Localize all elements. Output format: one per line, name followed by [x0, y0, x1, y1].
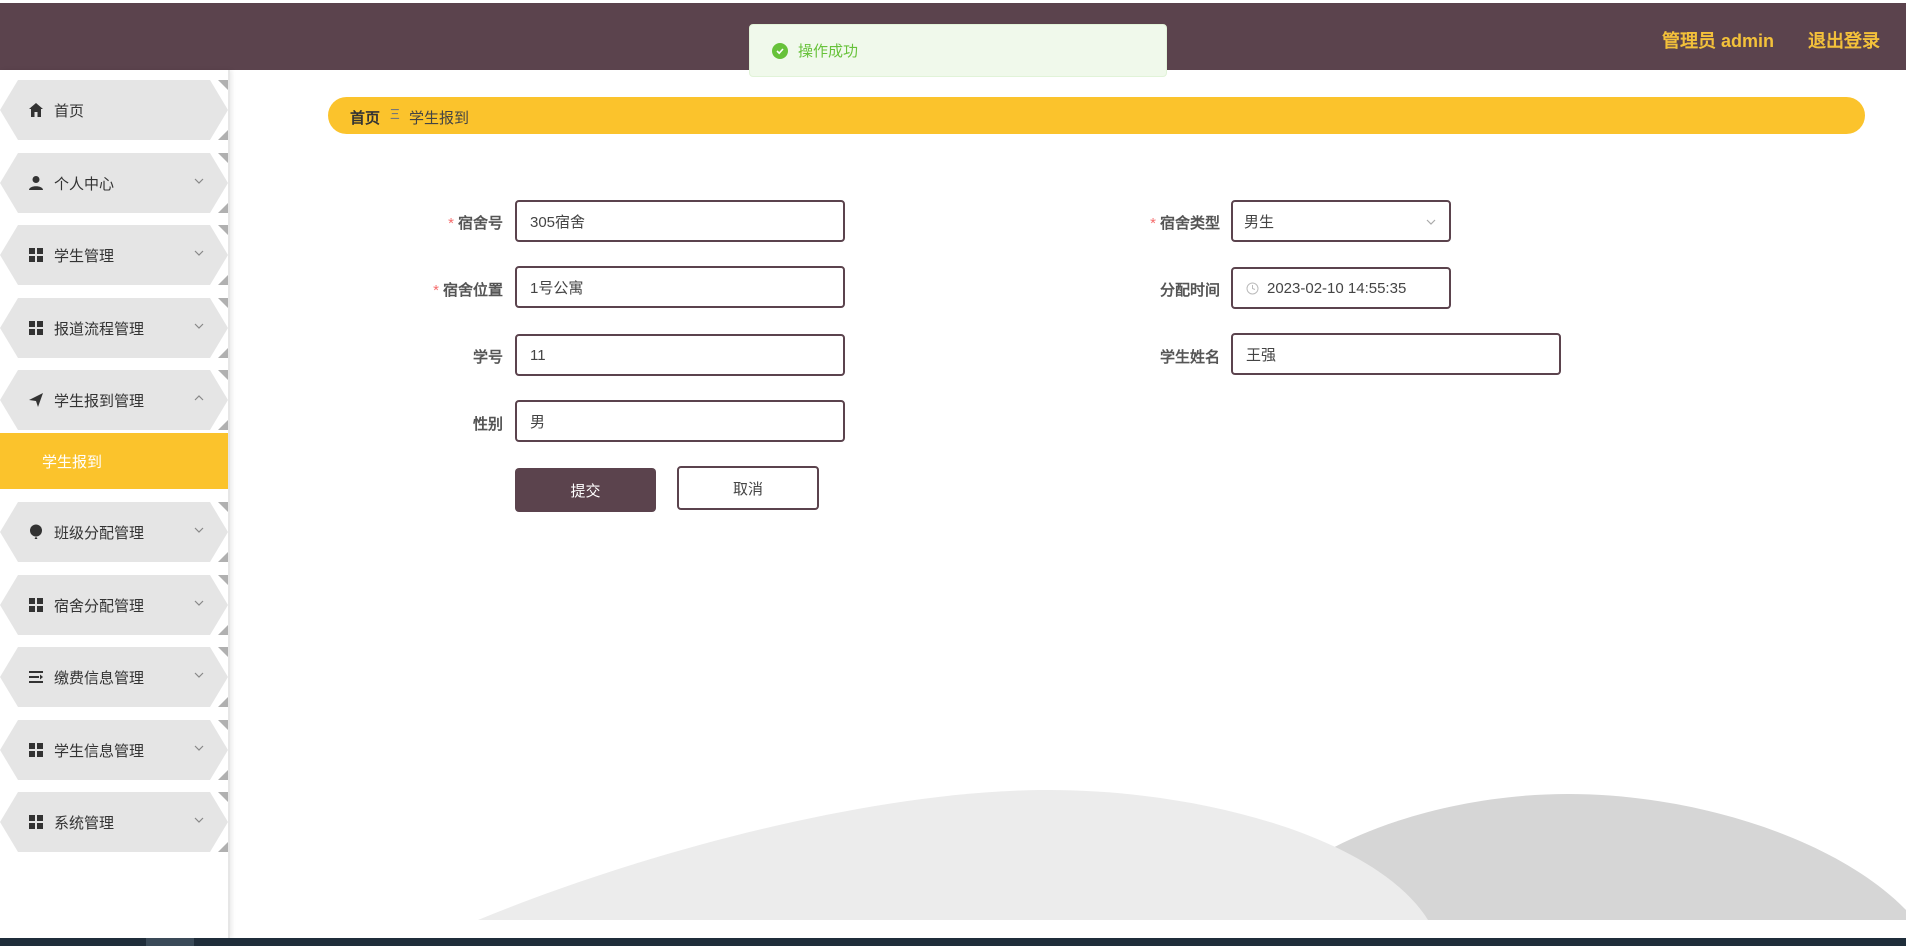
required-mark: *: [1150, 215, 1156, 232]
dorm-location-value: 1号公寓: [530, 279, 584, 297]
dorm-type-value: 男生: [1244, 213, 1275, 231]
dorm-no-value: 305宿舍: [530, 213, 586, 231]
sidebar-item-payment[interactable]: 缴费信息管理: [0, 647, 228, 707]
list-icon: [29, 671, 43, 683]
sidebar-item-label: 系统管理: [54, 815, 115, 832]
logout-link[interactable]: 退出登录: [1808, 27, 1880, 53]
chevron-down-icon: [194, 178, 204, 184]
gender-value: 男: [530, 413, 546, 431]
student-name-input[interactable]: 王强: [1231, 333, 1561, 375]
breadcrumb-current: 学生报到: [409, 110, 470, 127]
grid-icon: [29, 815, 43, 829]
sidebar-item-label: 个人中心: [54, 176, 115, 193]
assign-time-label: 分配时间: [1100, 279, 1220, 300]
toast-message: 操作成功: [798, 43, 859, 60]
chevron-up-icon: [194, 395, 204, 401]
assign-time-value: 2023-02-10 14:55:35: [1267, 279, 1407, 297]
student-no-value: 11: [530, 346, 546, 364]
sidebar-subitem-label: 学生报到: [42, 454, 103, 471]
sidebar-item-student-report[interactable]: 学生报到管理: [0, 370, 228, 430]
grid-icon: [29, 743, 43, 757]
dorm-type-select[interactable]: 男生: [1231, 200, 1451, 242]
student-name-value: 王强: [1246, 346, 1277, 364]
success-toast: 操作成功: [749, 24, 1167, 77]
gender-label: 性别: [383, 413, 503, 434]
dorm-location-label-text: 宿舍位置: [442, 282, 503, 299]
chevron-down-icon: [194, 527, 204, 533]
sidebar-item-class-assign[interactable]: 班级分配管理: [0, 502, 228, 562]
sidebar-item-students[interactable]: 学生管理: [0, 225, 228, 285]
sidebar-item-student-info[interactable]: 学生信息管理: [0, 720, 228, 780]
check-circle-icon: [772, 42, 788, 59]
dorm-no-label-text: 宿舍号: [457, 215, 503, 232]
send-icon: [29, 393, 43, 407]
breadcrumb-separator: Ξ: [390, 106, 400, 123]
student-no-label-text: 学号: [472, 349, 503, 366]
sidebar-item-label: 宿舍分配管理: [54, 598, 145, 615]
dorm-location-label: * 宿舍位置: [383, 279, 503, 300]
assign-time-input[interactable]: 2023-02-10 14:55:35: [1231, 267, 1451, 309]
dorm-type-label: * 宿舍类型: [1100, 212, 1220, 233]
sidebar-item-label: 学生管理: [54, 248, 115, 265]
sidebar-item-dorm-assign[interactable]: 宿舍分配管理: [0, 575, 228, 635]
sidebar-item-label: 缴费信息管理: [54, 670, 145, 687]
sidebar-item-label: 首页: [54, 103, 85, 120]
chevron-down-icon: [194, 817, 204, 823]
sidebar-item-home[interactable]: 首页: [0, 80, 228, 140]
student-no-input[interactable]: 11: [515, 334, 845, 376]
chevron-down-icon: [194, 600, 204, 606]
sidebar-item-label: 学生报到管理: [54, 393, 145, 410]
assign-time-label-text: 分配时间: [1159, 282, 1220, 299]
required-mark: *: [448, 215, 454, 232]
dorm-no-label: * 宿舍号: [383, 212, 503, 233]
chevron-down-icon: [194, 745, 204, 751]
chevron-down-icon: [194, 250, 204, 256]
required-mark: *: [433, 282, 439, 299]
chevron-down-icon: [194, 672, 204, 678]
gender-label-text: 性别: [472, 416, 503, 433]
sidebar-item-system[interactable]: 系统管理: [0, 792, 228, 852]
submit-button[interactable]: 提交: [515, 468, 656, 512]
student-name-label: 学生姓名: [1100, 346, 1220, 367]
student-no-label: 学号: [383, 346, 503, 367]
balloon-icon: [30, 524, 42, 539]
sidebar-item-profile[interactable]: 个人中心: [0, 153, 228, 213]
cancel-button[interactable]: 取消: [677, 466, 819, 510]
chevron-down-icon: [194, 323, 204, 329]
dorm-location-input[interactable]: 1号公寓: [515, 266, 845, 308]
sidebar: 首页 个人中心 学生管理 报道流程管理 学生报到管理 学生报到 班级分配管理 宿…: [0, 70, 230, 938]
decorative-hills: [478, 790, 1906, 920]
grid-icon: [29, 248, 43, 262]
chevron-down-icon: [1426, 219, 1436, 225]
sidebar-item-report-flow[interactable]: 报道流程管理: [0, 298, 228, 358]
grid-icon: [29, 598, 43, 612]
grid-icon: [29, 321, 43, 335]
student-name-label-text: 学生姓名: [1159, 349, 1220, 366]
sidebar-subitem-student-report[interactable]: 学生报到: [0, 433, 228, 489]
breadcrumb-home[interactable]: 首页: [350, 107, 380, 128]
breadcrumb: 首页 Ξ 学生报到: [328, 97, 1865, 134]
sidebar-item-label: 学生信息管理: [54, 743, 145, 760]
bottom-taskbar-strip: [0, 938, 1906, 946]
user-icon: [29, 176, 43, 190]
sidebar-item-label: 报道流程管理: [54, 321, 145, 338]
sidebar-item-label: 班级分配管理: [54, 525, 145, 542]
gender-input[interactable]: 男: [515, 400, 845, 442]
home-icon: [29, 103, 43, 117]
dorm-type-label-text: 宿舍类型: [1159, 215, 1220, 232]
current-user-label: 管理员 admin: [1661, 31, 1774, 51]
clock-icon: [1246, 282, 1259, 294]
dorm-no-input[interactable]: 305宿舍: [515, 200, 845, 242]
